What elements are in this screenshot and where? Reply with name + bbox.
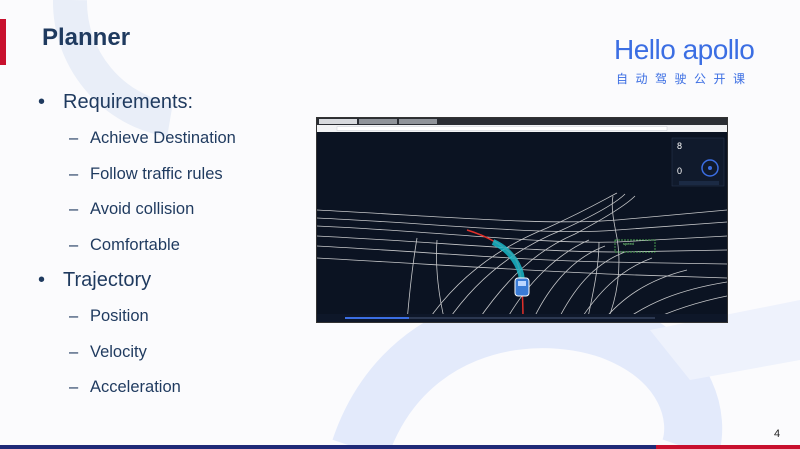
- bullet-text: Trajectory: [63, 269, 152, 291]
- sub-bullet-item: – Position: [38, 302, 308, 338]
- sub-bullet-item: – Velocity: [38, 338, 308, 374]
- hello-apollo-logo: Hello apollo 自动驾驶公开课: [614, 34, 760, 87]
- sub-bullet-text: Position: [90, 307, 149, 325]
- svg-text:speed: speed: [623, 241, 634, 246]
- logo-wordmark: Hello apollo: [614, 34, 755, 65]
- simulation-screenshot: speed 8 0: [317, 118, 727, 322]
- bullet-list: • Requirements: – Achieve Destination – Fol…: [38, 88, 308, 409]
- sub-bullet-item: – Acceleration: [38, 373, 308, 409]
- bullet-item: • Requirements:: [38, 88, 308, 124]
- speed-readout: 8: [677, 141, 682, 151]
- acceleration-readout: 0: [677, 166, 682, 176]
- page-number: 4: [774, 428, 781, 440]
- bullet-item: • Trajectory: [38, 266, 308, 302]
- simulation-view: speed 8 0: [317, 118, 727, 322]
- sub-bullet-item: – Follow traffic rules: [38, 160, 308, 196]
- sub-bullet-text: Velocity: [90, 342, 147, 361]
- sub-bullet-text: Follow traffic rules: [90, 164, 223, 183]
- footer-bar: [0, 445, 800, 449]
- logo-subtitle: 自动驾驶公开课: [616, 72, 753, 86]
- sub-bullet-text: Acceleration: [90, 378, 181, 396]
- bullet-text: Requirements:: [63, 91, 194, 113]
- sub-bullet-text: Avoid collision: [90, 200, 195, 218]
- sub-bullet-item: – Avoid collision: [38, 195, 308, 231]
- sub-bullet-text: Comfortable: [90, 235, 180, 254]
- slide: Planner Hello apollo 自动驾驶公开课 • Requiremen…: [0, 0, 800, 449]
- title-accent-bar: [0, 19, 6, 65]
- slide-title: Planner: [42, 24, 131, 51]
- sub-bullet-item: – Achieve Destination: [38, 124, 308, 160]
- sub-bullet-text: Achieve Destination: [90, 129, 236, 147]
- sub-bullet-item: – Comfortable: [38, 231, 308, 267]
